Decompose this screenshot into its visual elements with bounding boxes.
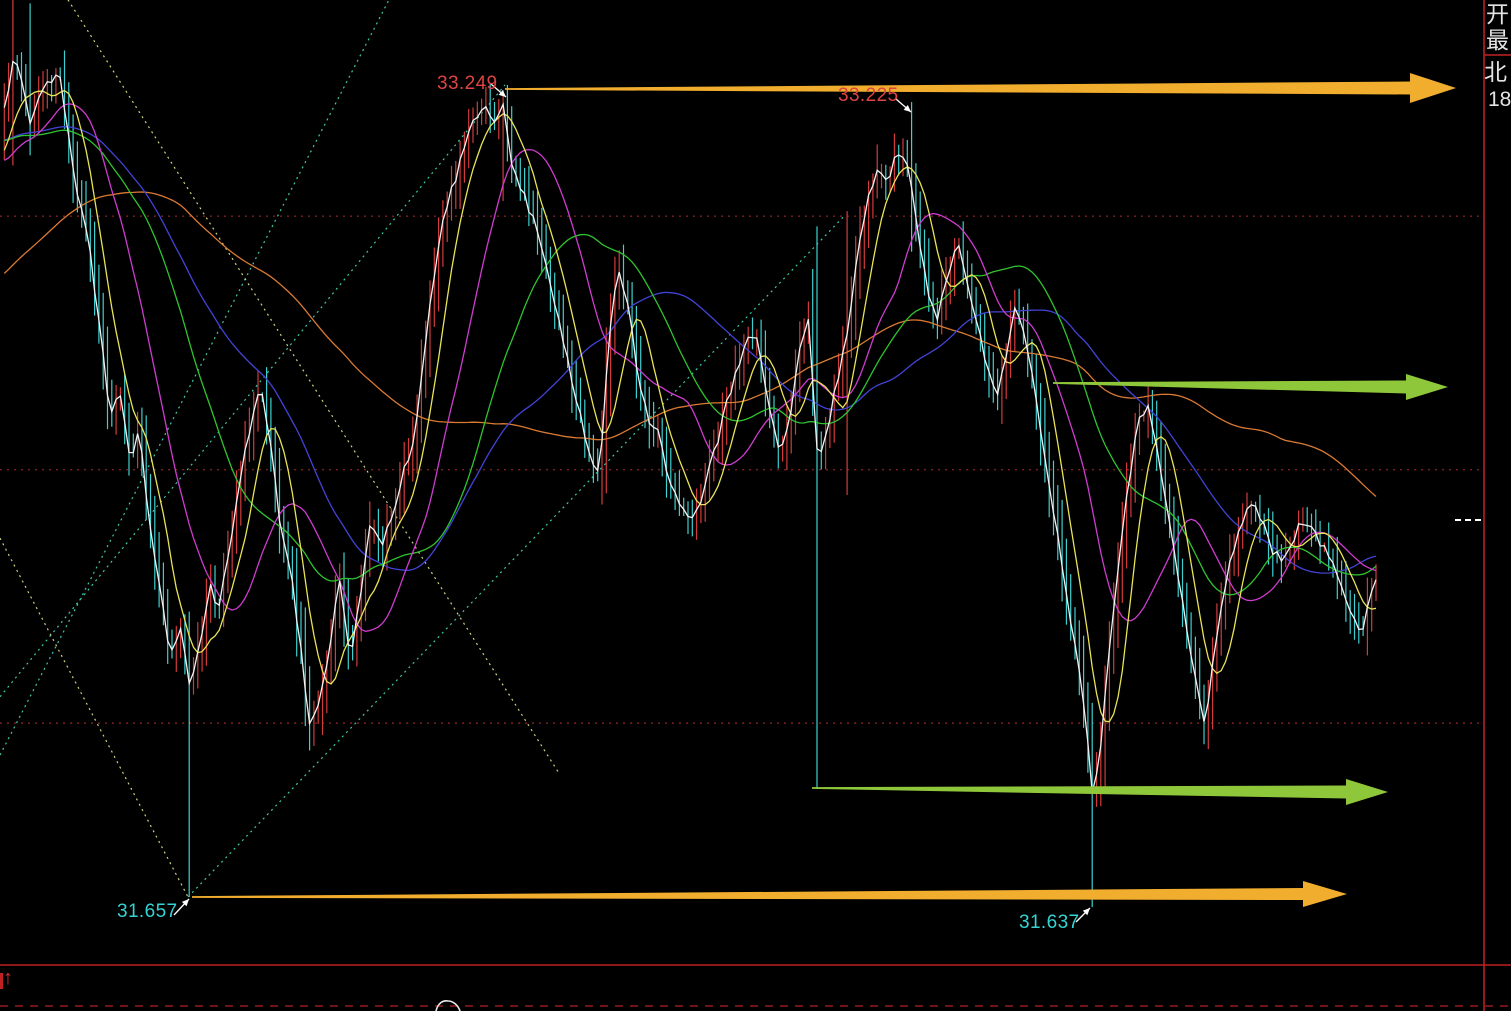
price-gridlines — [0, 216, 1481, 723]
fan-line-to-peak1 — [0, 85, 505, 697]
high-price-annotation-1: 33.249 — [437, 73, 498, 95]
moving-average-lines — [4, 91, 1376, 722]
green-arrow-bottom — [812, 786, 1346, 799]
gold-arrow-bottom — [192, 888, 1303, 900]
low-price-annotation-2: 31.637 — [1019, 912, 1080, 934]
stock-chart-app: 33.249 33.225 31.657 31.637 开 最 北 18 ↑ — [0, 0, 1511, 1011]
gold-arrow-top — [505, 82, 1410, 95]
green-arrow-top — [1053, 381, 1406, 394]
quote-panel-label-open: 开 — [1486, 3, 1509, 26]
chrome-lines — [0, 0, 1511, 1011]
green-arrow-top-head — [1406, 374, 1448, 400]
gold-arrow-bottom-head — [1303, 881, 1347, 907]
decline-line-to-low1 — [0, 538, 188, 897]
quote-panel-label-north: 北 — [1484, 61, 1507, 84]
up-arrow-icon: ↑ — [3, 967, 13, 990]
chart-canvas[interactable] — [0, 0, 1511, 1011]
quote-panel-value: 18 — [1488, 89, 1511, 110]
close-price-line — [4, 62, 1376, 793]
high-price-annotation-2: 33.225 — [838, 85, 899, 107]
ma-slow — [4, 127, 1376, 573]
big-arrows — [192, 73, 1456, 907]
extreme-markers — [174, 84, 1090, 922]
low-price-annotation-1: 31.657 — [117, 901, 178, 923]
gold-arrow-top-head — [1410, 73, 1456, 103]
quote-panel-label-high: 最 — [1486, 29, 1509, 52]
green-arrow-bottom-head — [1346, 779, 1388, 805]
ma-fast — [4, 104, 1376, 632]
